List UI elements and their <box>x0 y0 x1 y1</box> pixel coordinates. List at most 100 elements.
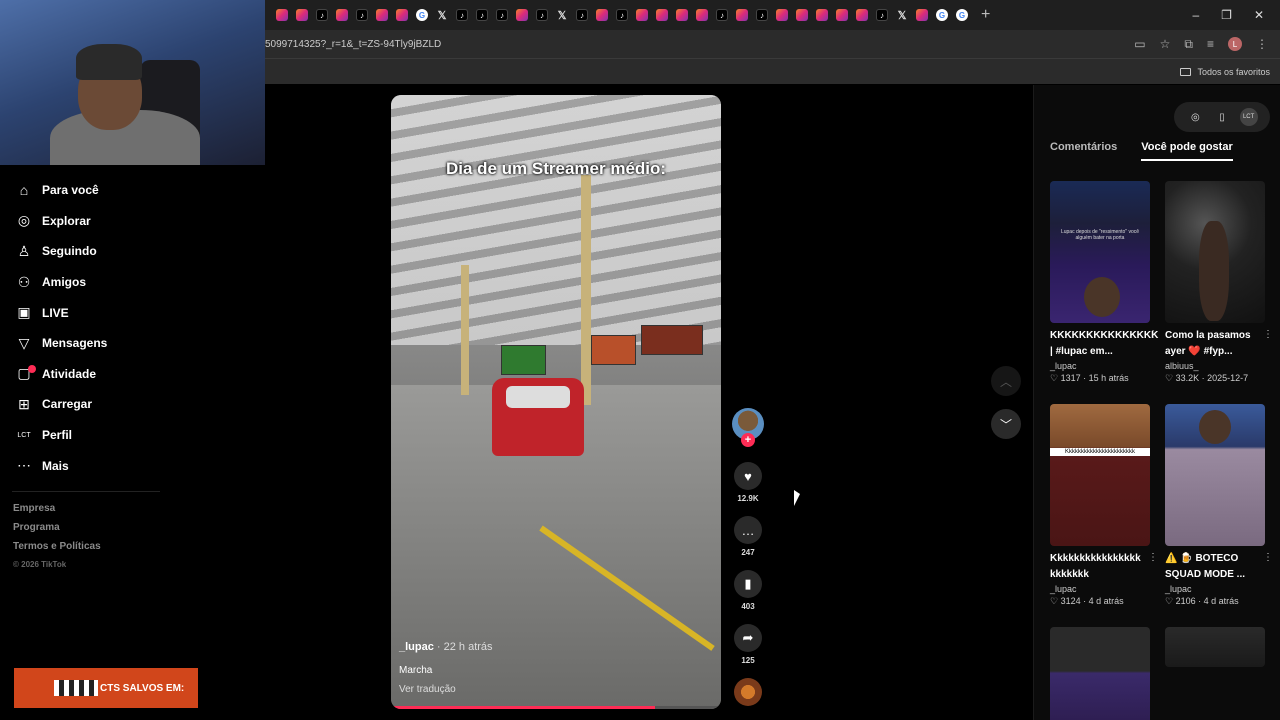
more-options-icon[interactable]: ⋮ <box>1263 552 1273 563</box>
browser-tab-instagram[interactable] <box>673 6 691 24</box>
browser-tab-tiktok[interactable]: ♪ <box>353 6 371 24</box>
profile-avatar[interactable]: L <box>1228 37 1242 51</box>
browser-tab-instagram[interactable] <box>853 6 871 24</box>
video-thumbnail[interactable] <box>1165 627 1265 667</box>
browser-tab-x[interactable]: 𝕏 <box>433 6 451 24</box>
next-video-button[interactable]: ﹀ <box>991 409 1021 439</box>
browser-tab-google[interactable]: G <box>953 6 971 24</box>
browser-tab-instagram[interactable] <box>693 6 711 24</box>
compass-icon[interactable]: ◎ <box>1186 108 1204 126</box>
heart-icon[interactable]: ♥ <box>734 462 762 490</box>
video-author[interactable]: albiuus_ <box>1165 361 1265 371</box>
browser-tab-instagram[interactable] <box>793 6 811 24</box>
sidebar-item-para-voce[interactable]: ⌂ Para você <box>0 175 200 206</box>
browser-tab-tiktok[interactable]: ♪ <box>573 6 591 24</box>
sidebar-item-atividade[interactable]: ▢ Atividade <box>0 359 200 390</box>
recommended-video[interactable]: Lupac depois de "ressimento" você alguém… <box>1050 181 1158 384</box>
browser-tab-instagram[interactable] <box>913 6 931 24</box>
tab-voce-pode-gostar[interactable]: Você pode gostar <box>1141 141 1233 161</box>
browser-tab-tiktok[interactable]: ♪ <box>313 6 331 24</box>
tab-comentarios[interactable]: Comentários <box>1050 141 1117 161</box>
video-author[interactable]: _lupac <box>1050 361 1150 371</box>
video-player[interactable]: Dia de um Streamer médio: _lupac · 22 h … <box>391 95 721 709</box>
browser-tab-tiktok[interactable]: ♪ <box>753 6 771 24</box>
browser-tab-instagram[interactable] <box>653 6 671 24</box>
more-options-icon[interactable]: ⋮ <box>1148 552 1158 563</box>
browser-tab-x[interactable]: 𝕏 <box>553 6 571 24</box>
browser-tab-google[interactable]: G <box>933 6 951 24</box>
browser-tab-tiktok[interactable]: ♪ <box>613 6 631 24</box>
browser-tab-instagram[interactable] <box>633 6 651 24</box>
user-avatar[interactable]: LCT <box>1239 108 1258 126</box>
sidebar-item-amigos[interactable]: ⚇ Amigos <box>0 267 200 298</box>
creator-avatar[interactable]: + <box>732 408 764 447</box>
recommended-video[interactable] <box>1050 627 1150 720</box>
browser-tab-instagram[interactable] <box>813 6 831 24</box>
sidebar-item-carregar[interactable]: ⊞ Carregar <box>0 389 200 420</box>
footer-link-termos[interactable]: Termos e Políticas <box>13 541 101 560</box>
browser-tab-instagram[interactable] <box>373 6 391 24</box>
browser-tab-instagram[interactable] <box>333 6 351 24</box>
music-disc-icon[interactable] <box>734 678 762 706</box>
video-thumbnail[interactable]: Lupac depois de "ressimento" você alguém… <box>1050 181 1150 323</box>
media-icon[interactable]: ≡ <box>1207 37 1214 51</box>
footer-link-programa[interactable]: Programa <box>13 522 101 541</box>
all-bookmarks-button[interactable]: Todos os favoritos <box>1180 67 1270 77</box>
browser-tab-instagram[interactable] <box>273 6 291 24</box>
translate-link[interactable]: Ver tradução <box>399 684 456 695</box>
browser-tab-tiktok[interactable]: ♪ <box>533 6 551 24</box>
recommended-video[interactable]: ⚠️ 🍺 BOTECO SQUAD MODE ... ⋮ _lupac ♡ 21… <box>1165 404 1273 607</box>
follow-plus-icon[interactable]: + <box>741 433 755 447</box>
browser-tab-instagram[interactable] <box>833 6 851 24</box>
browser-tab-tiktok[interactable]: ♪ <box>713 6 731 24</box>
sidebar-item-mais[interactable]: ⋯ Mais <box>0 450 200 481</box>
share-icon[interactable]: ➦ <box>734 624 762 652</box>
maximize-icon[interactable]: ❐ <box>1221 8 1232 22</box>
browser-tab-tiktok[interactable]: ♪ <box>873 6 891 24</box>
browser-tab-tiktok[interactable]: ♪ <box>473 6 491 24</box>
more-options-icon[interactable]: ⋮ <box>1263 329 1273 340</box>
more-options-icon[interactable]: ⋮ <box>1148 329 1158 340</box>
video-sound[interactable]: Marcha <box>399 665 432 676</box>
bookmark-icon[interactable]: ▮ <box>734 570 762 598</box>
sidebar-item-live[interactable]: ▣ LIVE <box>0 297 200 328</box>
phone-icon[interactable]: ▯ <box>1213 108 1231 126</box>
video-thumbnail[interactable] <box>1165 404 1265 546</box>
browser-tab-instagram[interactable] <box>293 6 311 24</box>
video-thumbnail[interactable] <box>1050 627 1150 720</box>
sidebar-item-mensagens[interactable]: ▽ Mensagens <box>0 328 200 359</box>
browser-tab-instagram[interactable] <box>593 6 611 24</box>
recommended-video[interactable]: Como la pasamos ayer ❤️ #fyp... ⋮ albiuu… <box>1165 181 1273 384</box>
recommended-video[interactable]: Kkkkkkkkkkkkkkkkkkkkkkk Kkkkkkkkkkkkkkkk… <box>1050 404 1158 607</box>
recommended-video[interactable] <box>1165 627 1265 667</box>
video-author[interactable]: _lupac <box>1165 584 1265 594</box>
browser-tab-instagram[interactable] <box>733 6 751 24</box>
browser-tab-x[interactable]: 𝕏 <box>893 6 911 24</box>
menu-icon[interactable]: ⋮ <box>1256 37 1268 51</box>
video-author[interactable]: _lupac · 22 h atrás <box>399 641 493 653</box>
video-thumbnail[interactable]: Kkkkkkkkkkkkkkkkkkkkkkk <box>1050 404 1150 546</box>
previous-video-button[interactable]: ︿ <box>991 366 1021 396</box>
comment-icon[interactable]: … <box>734 516 762 544</box>
browser-tab-instagram[interactable] <box>513 6 531 24</box>
browser-tab-tiktok[interactable]: ♪ <box>453 6 471 24</box>
sidebar-item-perfil[interactable]: LCT Perfil <box>0 420 200 451</box>
cast-icon[interactable]: ▭ <box>1134 37 1145 51</box>
video-thumbnail[interactable] <box>1165 181 1265 323</box>
browser-tab-google[interactable]: G <box>413 6 431 24</box>
new-tab-button[interactable]: + <box>981 6 990 24</box>
sidebar-item-seguindo[interactable]: ♙ Seguindo <box>0 236 200 267</box>
video-progress[interactable] <box>391 706 721 709</box>
close-icon[interactable]: ✕ <box>1254 8 1264 22</box>
bookmark-star-icon[interactable]: ☆ <box>1160 37 1171 51</box>
sidebar-item-explorar[interactable]: ◎ Explorar <box>0 206 200 237</box>
extensions-icon[interactable]: ⧉ <box>1184 37 1193 52</box>
browser-tab-instagram[interactable] <box>393 6 411 24</box>
url-field[interactable]: 5099714325?_r=1&_t=ZS-94Tly9jBZLD <box>265 39 441 50</box>
video-author[interactable]: _lupac <box>1050 584 1150 594</box>
sidebar-item-label: Perfil <box>42 428 73 443</box>
minimize-icon[interactable]: – <box>1192 8 1199 22</box>
browser-tab-instagram[interactable] <box>773 6 791 24</box>
footer-link-empresa[interactable]: Empresa <box>13 503 101 522</box>
browser-tab-tiktok[interactable]: ♪ <box>493 6 511 24</box>
